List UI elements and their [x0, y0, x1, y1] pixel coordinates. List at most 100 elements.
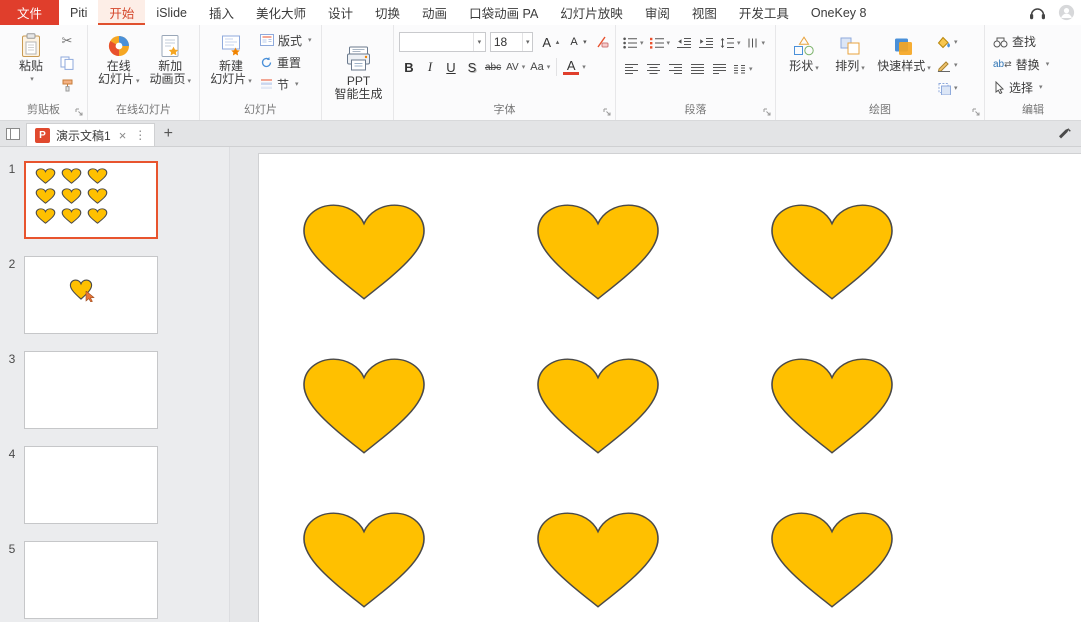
font-size-dropdown-arrow[interactable]: ▾ [522, 33, 532, 51]
font-dialog-launcher[interactable] [603, 108, 612, 117]
headset-service-icon[interactable] [1029, 6, 1046, 20]
heart-shape[interactable] [764, 200, 900, 304]
drawing-dialog-launcher[interactable] [972, 108, 981, 117]
align-left-button[interactable] [621, 59, 641, 79]
heart-shape[interactable] [530, 200, 666, 304]
arrange-button[interactable]: 排列▾ [827, 30, 873, 77]
decrease-indent-button[interactable] [674, 33, 694, 53]
heart-shape[interactable] [530, 354, 666, 458]
menu-tab-islide[interactable]: iSlide [145, 0, 198, 25]
find-button[interactable]: 查找 [990, 31, 1039, 51]
clipboard-dialog-launcher[interactable] [75, 108, 84, 117]
shape-fill-button[interactable]: ▾ [935, 32, 960, 52]
change-case-button[interactable]: Aa▾ [528, 57, 552, 77]
text-direction-button[interactable]: ▾ [745, 33, 768, 53]
heart-shape[interactable] [764, 508, 900, 612]
italic-button[interactable]: I [420, 57, 440, 77]
heart-shape[interactable] [61, 208, 82, 224]
increase-font-size-button[interactable]: A▴ [537, 32, 560, 52]
strikethrough-button[interactable]: abc [483, 57, 503, 77]
menu-tab-home[interactable]: 开始 [98, 0, 145, 25]
new-document-tab-button[interactable]: + [155, 121, 181, 146]
distribute-button[interactable] [709, 59, 729, 79]
ppt-smart-generate-button[interactable]: PPT 智能生成 [328, 30, 390, 114]
quick-styles-button[interactable]: 快速样式▾ [873, 30, 935, 77]
menu-tab-piti[interactable]: Piti [59, 0, 98, 25]
section-button[interactable]: 节▾ [257, 74, 315, 94]
online-slides-button[interactable]: 在线 幻灯片▾ [93, 30, 145, 90]
heart-shape[interactable] [35, 208, 56, 224]
menu-tab-beautify[interactable]: 美化大师 [245, 0, 317, 25]
heart-shape[interactable] [35, 168, 56, 184]
menu-tab-devtools[interactable]: 开发工具 [728, 0, 800, 25]
heart-shape[interactable] [87, 168, 108, 184]
close-document-button[interactable]: × [117, 128, 129, 143]
menu-tab-design[interactable]: 设计 [317, 0, 364, 25]
slide-thumbnail-4[interactable] [24, 446, 158, 524]
new-animation-page-button[interactable]: 新加 动画页▾ [145, 30, 197, 90]
menu-tab-insert[interactable]: 插入 [198, 0, 245, 25]
menu-tab-view[interactable]: 视图 [681, 0, 728, 25]
font-name-input[interactable] [400, 33, 473, 51]
heart-shape[interactable] [35, 188, 56, 204]
menu-tab-review[interactable]: 审阅 [634, 0, 681, 25]
columns-button[interactable]: ▾ [731, 59, 755, 79]
format-painter-button[interactable] [57, 75, 77, 95]
slide-panel-toggle-icon[interactable] [0, 121, 26, 146]
font-color-button[interactable]: A▾ [561, 57, 588, 77]
reset-button[interactable]: 重置 [257, 52, 315, 72]
font-name-dropdown-arrow[interactable]: ▾ [473, 33, 485, 51]
file-menu-button[interactable]: 文件 [0, 0, 59, 25]
slide-thumbnail-3[interactable] [24, 351, 158, 429]
menu-tab-animation[interactable]: 动画 [411, 0, 458, 25]
text-shadow-button[interactable]: S [462, 57, 482, 77]
pen-tool-icon[interactable] [1059, 127, 1072, 140]
character-spacing-button[interactable]: AV▾ [504, 57, 527, 77]
align-center-button[interactable] [643, 59, 663, 79]
heart-shape[interactable] [87, 208, 108, 224]
menu-tab-onekey[interactable]: OneKey 8 [800, 0, 878, 25]
font-size-combo[interactable]: ▾ [490, 32, 533, 52]
line-spacing-button[interactable]: ▾ [718, 33, 743, 53]
slide-thumbnail-2[interactable] [24, 256, 158, 334]
align-right-button[interactable] [665, 59, 685, 79]
menu-tab-pocket-animation[interactable]: 口袋动画 PA [458, 0, 549, 25]
paragraph-dialog-launcher[interactable] [763, 108, 772, 117]
document-tab[interactable]: P 演示文稿1 × ⋮ [26, 123, 155, 146]
heart-shape[interactable] [87, 188, 108, 204]
font-name-combo[interactable]: ▾ [399, 32, 486, 52]
paste-button[interactable]: 粘贴 ▾ [5, 30, 57, 88]
select-button[interactable]: 选择 ▾ [990, 77, 1046, 97]
clear-format-button[interactable] [592, 32, 612, 52]
increase-indent-button[interactable] [696, 33, 716, 53]
shape-effects-button[interactable]: ▾ [935, 78, 960, 98]
heart-shape[interactable] [61, 188, 82, 204]
user-avatar-icon[interactable] [1058, 4, 1075, 21]
heart-shape[interactable] [296, 354, 432, 458]
justify-button[interactable] [687, 59, 707, 79]
heart-shape[interactable] [61, 168, 82, 184]
heart-shape[interactable] [530, 508, 666, 612]
heart-shape[interactable] [764, 354, 900, 458]
slide-editing-surface[interactable] [258, 153, 1081, 622]
slide-thumbnail-1[interactable] [24, 161, 158, 239]
cut-button[interactable]: ✂ [57, 31, 77, 51]
decrease-font-size-button[interactable]: A▾ [565, 32, 588, 52]
copy-button[interactable] [57, 53, 77, 73]
heart-shape[interactable] [296, 508, 432, 612]
font-size-input[interactable] [491, 33, 522, 51]
underline-button[interactable]: U [441, 57, 461, 77]
replace-button[interactable]: ab⇄ 替换 ▾ [990, 54, 1052, 74]
slide-thumbnail-5[interactable] [24, 541, 158, 619]
numbering-button[interactable]: ▾ [648, 33, 673, 53]
shapes-button[interactable]: 形状▾ [781, 30, 827, 77]
shape-outline-button[interactable]: ▾ [935, 55, 960, 75]
layout-button[interactable]: 版式▾ [257, 30, 315, 50]
menu-tab-slideshow[interactable]: 幻灯片放映 [549, 0, 634, 25]
new-slide-button[interactable]: 新建 幻灯片▾ [205, 30, 257, 90]
bullets-button[interactable]: ▾ [621, 33, 646, 53]
menu-tab-transition[interactable]: 切换 [364, 0, 411, 25]
heart-shape[interactable] [296, 200, 432, 304]
bold-button[interactable]: B [399, 57, 419, 77]
document-tab-menu-button[interactable]: ⋮ [134, 128, 146, 142]
